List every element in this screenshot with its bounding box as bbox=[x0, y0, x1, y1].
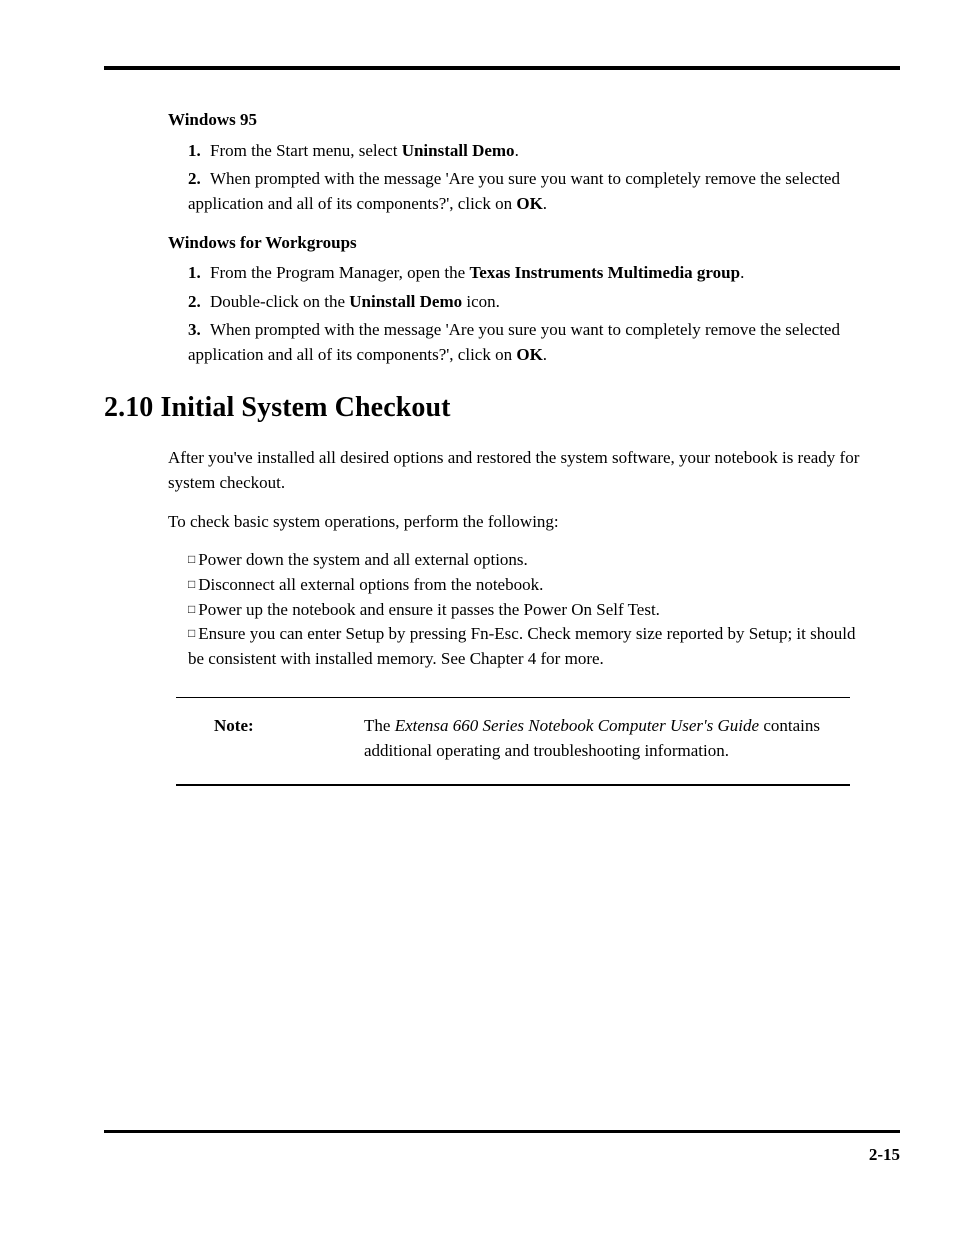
note-text: The Extensa 660 Series Notebook Computer… bbox=[364, 714, 846, 763]
note-row: Note: The Extensa 660 Series Notebook Co… bbox=[176, 698, 850, 783]
ui-ref: OK bbox=[516, 194, 542, 213]
step-text: From the Program Manager, open the Texas… bbox=[210, 263, 744, 282]
text: From the Start menu, select bbox=[210, 141, 402, 160]
page-number: 2-15 bbox=[869, 1145, 900, 1165]
text: Double-click on the bbox=[210, 292, 349, 311]
list-item: 1.From the Start menu, select Uninstall … bbox=[188, 139, 860, 164]
text: When prompted with the message 'Are you … bbox=[188, 169, 840, 213]
list-item: 1.From the Program Manager, open the Tex… bbox=[188, 261, 860, 286]
ui-ref: Uninstall Demo bbox=[402, 141, 515, 160]
step-number: 1. bbox=[188, 139, 210, 164]
text: icon. bbox=[462, 292, 500, 311]
note-label: Note: bbox=[214, 714, 364, 763]
note-rule-bottom bbox=[176, 784, 850, 786]
step-number: 2. bbox=[188, 290, 210, 315]
text: . bbox=[543, 194, 547, 213]
steps-wfw: 1.From the Program Manager, open the Tex… bbox=[188, 261, 860, 368]
rule-bottom bbox=[104, 1130, 900, 1133]
subhead-win95: Windows 95 bbox=[168, 108, 860, 133]
step-text: When prompted with the message 'Are you … bbox=[188, 169, 840, 213]
subhead-wfw: Windows for Workgroups bbox=[168, 231, 860, 256]
steps-win95: 1.From the Start menu, select Uninstall … bbox=[188, 139, 860, 217]
bullet-list: Power down the system and all external o… bbox=[188, 548, 860, 671]
ui-ref: Uninstall Demo bbox=[349, 292, 462, 311]
list-item: Ensure you can enter Setup by pressing F… bbox=[188, 622, 860, 671]
list-item: Disconnect all external options from the… bbox=[188, 573, 860, 598]
paragraph: To check basic system operations, perfor… bbox=[168, 510, 860, 535]
content-column: Windows 95 1.From the Start menu, select… bbox=[166, 108, 860, 786]
step-number: 3. bbox=[188, 318, 210, 343]
page-body: Windows 95 1.From the Start menu, select… bbox=[104, 66, 900, 1175]
list-item: 2.When prompted with the message 'Are yo… bbox=[188, 167, 860, 216]
list-item: Power down the system and all external o… bbox=[188, 548, 860, 573]
step-number: 1. bbox=[188, 261, 210, 286]
text: From the Program Manager, open the bbox=[210, 263, 469, 282]
text: . bbox=[740, 263, 744, 282]
text: The bbox=[364, 716, 395, 735]
paragraph: After you've installed all desired optio… bbox=[168, 446, 860, 495]
ui-ref: Texas Instruments Multimedia group bbox=[469, 263, 740, 282]
step-text: When prompted with the message 'Are you … bbox=[188, 320, 840, 364]
text: . bbox=[515, 141, 519, 160]
text: When prompted with the message 'Are you … bbox=[188, 320, 840, 364]
list-item: Power up the notebook and ensure it pass… bbox=[188, 598, 860, 623]
list-item: 2.Double-click on the Uninstall Demo ico… bbox=[188, 290, 860, 315]
note-box: Note: The Extensa 660 Series Notebook Co… bbox=[176, 697, 850, 785]
list-item: 3.When prompted with the message 'Are yo… bbox=[188, 318, 860, 367]
step-text: From the Start menu, select Uninstall De… bbox=[210, 141, 519, 160]
rule-top bbox=[104, 66, 900, 70]
doc-title-ref: Extensa 660 Series Notebook Computer Use… bbox=[395, 716, 759, 735]
text: . bbox=[543, 345, 547, 364]
section-heading: 2.10 Initial System Checkout bbox=[104, 388, 860, 429]
step-number: 2. bbox=[188, 167, 210, 192]
step-text: Double-click on the Uninstall Demo icon. bbox=[210, 292, 500, 311]
ui-ref: OK bbox=[516, 345, 542, 364]
